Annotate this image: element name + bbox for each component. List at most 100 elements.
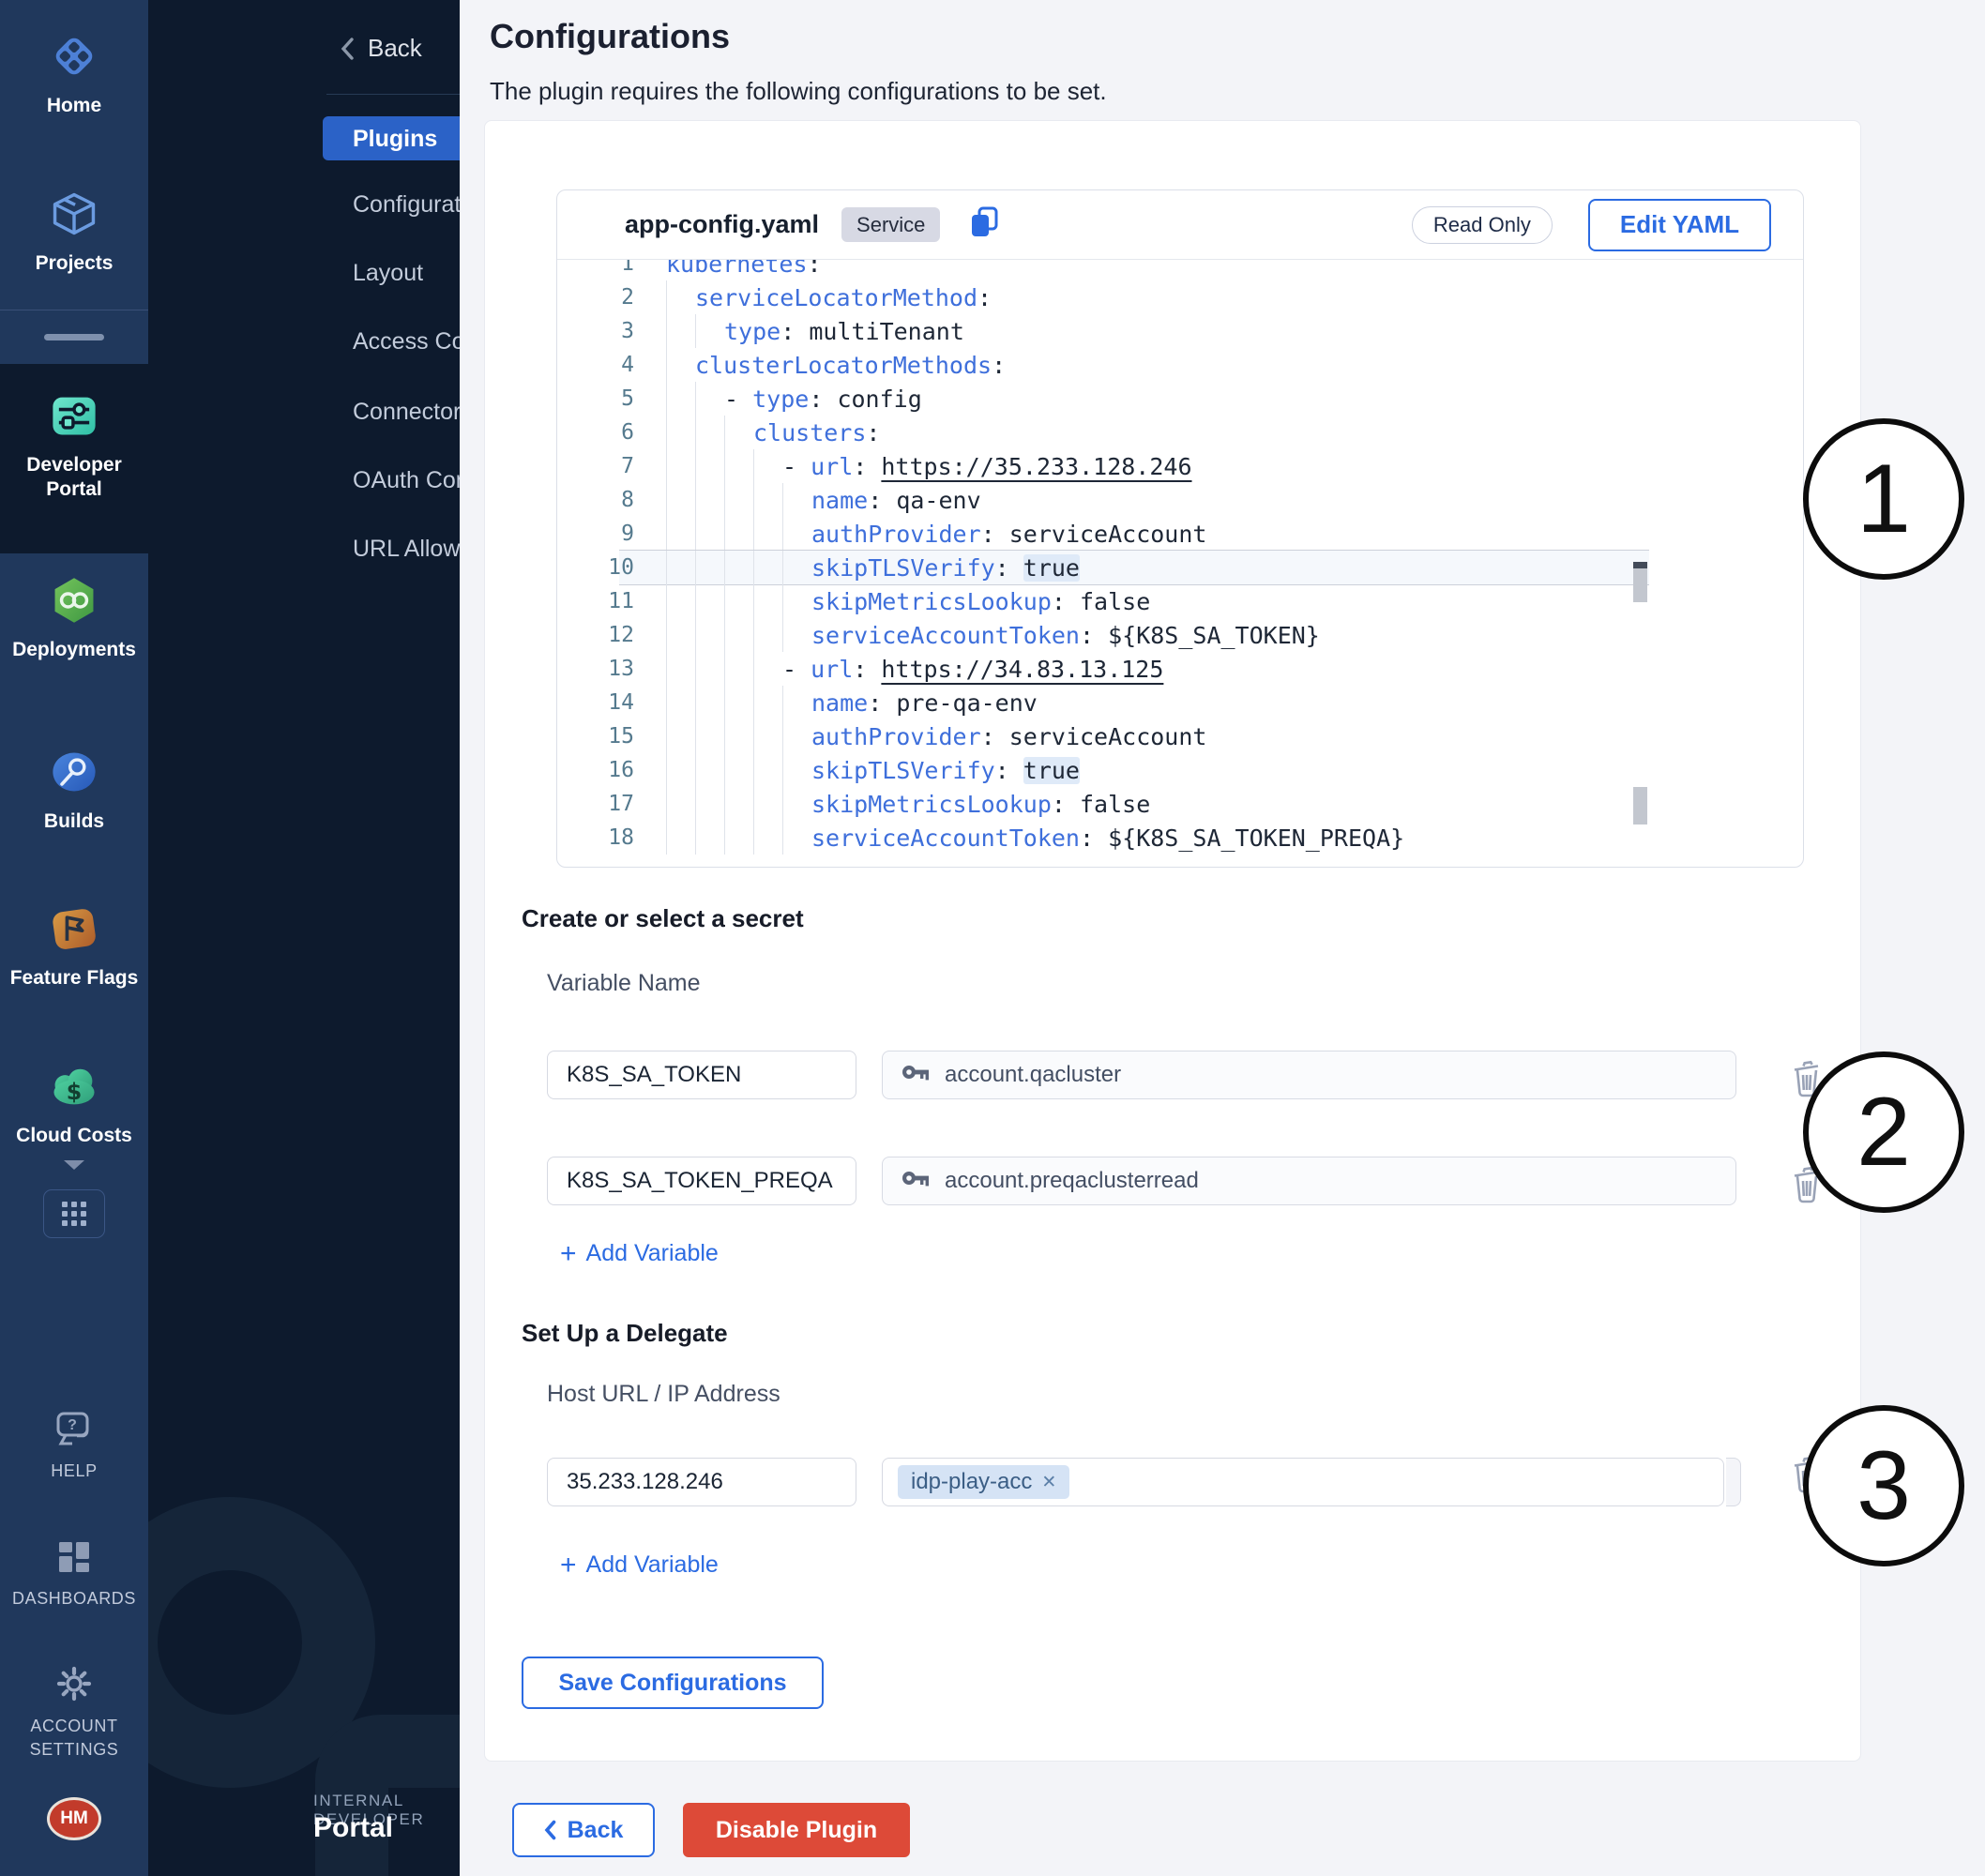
module-nav-item-connectors[interactable]: Connectors (353, 399, 460, 427)
delegate-section-heading: Set Up a Delegate (522, 1319, 728, 1348)
yaml-editor-card: app-config.yaml Service Read Only Edit Y… (556, 189, 1804, 868)
sidebar-item-feature-flags[interactable]: Feature Flags (0, 902, 148, 991)
line-number: 6 (557, 420, 645, 445)
secret-select-field[interactable]: account.qacluster (882, 1051, 1736, 1099)
app-root: Home Projects (0, 0, 1985, 1876)
sidebar-item-home[interactable]: Home (0, 30, 148, 118)
key-icon (902, 1061, 930, 1090)
edit-yaml-button[interactable]: Edit YAML (1588, 199, 1771, 251)
module-nav-item-url-allow-list[interactable]: URL Allow List (353, 536, 460, 564)
builds-icon (48, 746, 100, 803)
variable-name-input[interactable] (547, 1051, 856, 1099)
sidebar-collapse-chevron[interactable] (0, 1146, 148, 1184)
module-nav-item-plugins[interactable]: Plugins (353, 126, 460, 154)
module-picker-button[interactable] (43, 1189, 105, 1238)
footer-back-label: Back (568, 1817, 624, 1844)
line-number: 18 (557, 825, 645, 850)
chevron-down-icon (63, 1159, 85, 1171)
annotation-circle-1: 1 (1803, 418, 1964, 580)
sidebar-item-cloud-costs[interactable]: $ Cloud Costs (0, 1060, 148, 1148)
add-variable-button[interactable]: + Add Variable (560, 1551, 719, 1579)
module-sidebar: Back Plugins Configurations Layout Acces… (148, 0, 460, 1876)
delegate-tags-field[interactable]: idp-play-acc ✕ (882, 1458, 1724, 1506)
secrets-section-heading: Create or select a secret (522, 904, 804, 933)
code-line-9: 9authProvider: serviceAccount (557, 517, 1803, 551)
scrollbar-mark (1633, 562, 1647, 568)
save-configurations-button[interactable]: Save Configurations (522, 1657, 824, 1709)
developer-portal-icon (48, 389, 100, 446)
line-number: 9 (557, 522, 645, 546)
code-line-1: 1kubernetes: (557, 260, 1803, 280)
yaml-code-viewport[interactable]: 1kubernetes:2serviceLocatorMethod:3type:… (557, 260, 1803, 867)
sidebar-item-label: Home (47, 94, 101, 118)
gear-icon (54, 1664, 94, 1708)
user-avatar[interactable]: HM (47, 1797, 101, 1840)
secret-select-field[interactable]: account.preqaclusterread (882, 1157, 1736, 1205)
line-number: 13 (557, 657, 645, 681)
module-nav-item-layout[interactable]: Layout (353, 260, 460, 288)
sidebar-item-label: Builds (44, 809, 104, 834)
service-type-badge: Service (841, 207, 940, 242)
sidebar-item-help[interactable]: ? HELP (0, 1409, 148, 1483)
dashboards-icon (55, 1538, 93, 1581)
code-line-6: 6clusters: (557, 416, 1803, 449)
back-link-label: Back (368, 34, 422, 63)
home-icon (48, 30, 100, 87)
sidebar-collapse-handle[interactable] (44, 334, 104, 340)
sidebar-item-label: DASHBOARDS (12, 1587, 136, 1611)
back-link[interactable]: Back (340, 34, 422, 63)
add-variable-label: Add Variable (586, 1551, 719, 1579)
code-line-8: 8name: qa-env (557, 483, 1803, 517)
line-number: 12 (557, 623, 645, 647)
sidebar-item-builds[interactable]: Builds (0, 746, 148, 834)
read-only-badge: Read Only (1412, 206, 1553, 244)
module-nav-item-configurations[interactable]: Configurations (353, 191, 460, 219)
line-number: 7 (557, 454, 645, 478)
line-number: 3 (557, 319, 645, 343)
variable-name-input[interactable] (547, 1157, 856, 1205)
remove-tag-icon[interactable]: ✕ (1041, 1472, 1056, 1493)
module-nav-item-access-control[interactable]: Access Control (353, 328, 460, 356)
secret-value: account.preqaclusterread (945, 1168, 1199, 1194)
module-nav-item-oauth-configurations[interactable]: OAuth Configurations (353, 467, 460, 495)
add-variable-label: Add Variable (586, 1240, 719, 1267)
secret-value: account.qacluster (945, 1062, 1121, 1088)
code-line-2: 2serviceLocatorMethod: (557, 280, 1803, 314)
sidebar-item-label: Projects (36, 251, 114, 276)
code-line-10: 10skipTLSVerify: true (557, 551, 1803, 584)
variable-name-label: Variable Name (547, 970, 701, 997)
footer-back-button[interactable]: Back (512, 1803, 655, 1857)
cloud-costs-icon: $ (48, 1060, 100, 1117)
line-number: 11 (557, 589, 645, 613)
scrollbar-mark (1633, 787, 1647, 825)
host-url-input[interactable] (547, 1458, 856, 1506)
sidebar-item-label: HELP (51, 1460, 97, 1483)
line-number: 2 (557, 285, 645, 310)
sidebar-item-projects[interactable]: Projects (0, 188, 148, 276)
code-line-7: 7- url: https://35.233.128.246 (557, 449, 1803, 483)
add-variable-button[interactable]: + Add Variable (560, 1240, 719, 1267)
sidebar-item-account-settings[interactable]: ACCOUNT SETTINGS (0, 1664, 148, 1762)
code-line-16: 16skipTLSVerify: true (557, 753, 1803, 787)
sidebar-item-dashboards[interactable]: DASHBOARDS (0, 1538, 148, 1611)
line-number: 16 (557, 758, 645, 782)
line-number: 8 (557, 488, 645, 512)
key-icon (902, 1167, 930, 1196)
sidebar-item-label: Deployments (12, 638, 136, 662)
line-number: 14 (557, 690, 645, 715)
svg-text:?: ? (68, 1417, 77, 1433)
copy-icon[interactable] (968, 204, 1000, 245)
chevron-left-icon (544, 1820, 556, 1840)
line-number: 5 (557, 386, 645, 411)
code-line-4: 4clusterLocatorMethods: (557, 348, 1803, 382)
line-number: 10 (557, 555, 645, 580)
yaml-filename: app-config.yaml (625, 210, 819, 239)
grid-icon (62, 1202, 86, 1226)
scrollbar-thumb[interactable] (1633, 568, 1647, 602)
sidebar-item-developer-portal[interactable]: Developer Portal (0, 389, 148, 502)
disable-plugin-button[interactable]: Disable Plugin (683, 1803, 910, 1857)
primary-sidebar: Home Projects (0, 0, 148, 1876)
line-number: 15 (557, 724, 645, 749)
annotation-circle-2: 2 (1803, 1051, 1964, 1213)
sidebar-item-deployments[interactable]: Deployments (0, 574, 148, 662)
